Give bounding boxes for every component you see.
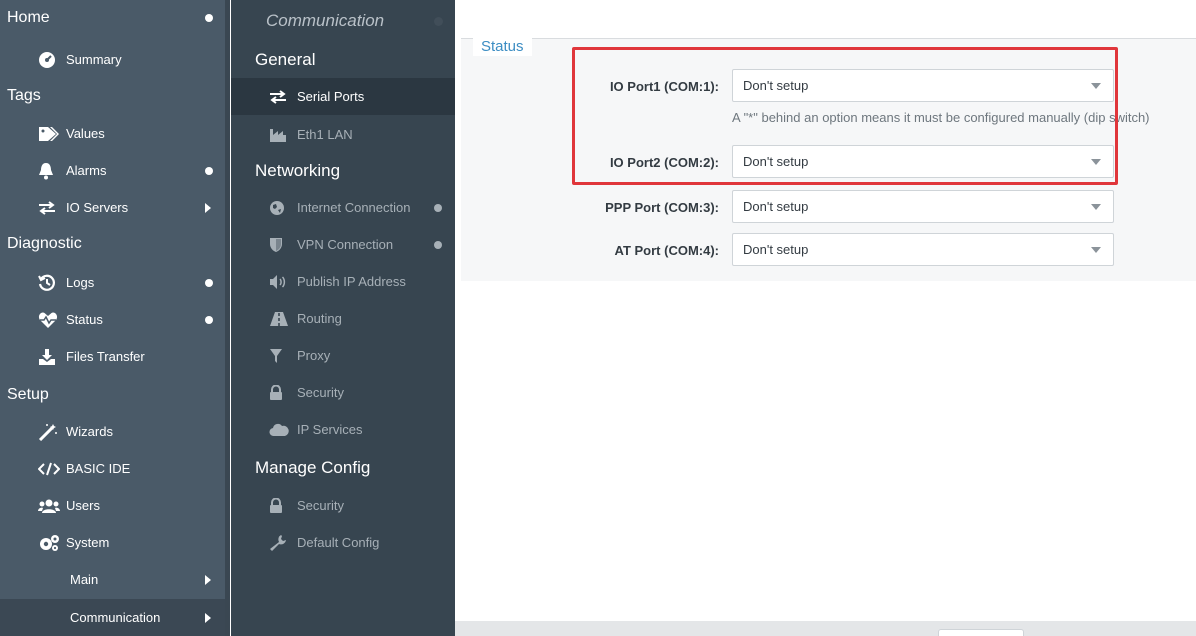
- field-row-at-port: AT Port (COM:4): Don't setup: [461, 233, 1196, 269]
- lock-icon: [269, 374, 289, 411]
- sidebar-item-values[interactable]: Values: [0, 115, 225, 152]
- field-row-io-port1: IO Port1 (COM:1): Don't setup: [461, 69, 1196, 105]
- nav-section-networking: Networking: [255, 161, 341, 180]
- nav-item-ip-services[interactable]: IP Services: [231, 411, 455, 448]
- field-label: AT Port (COM:4):: [614, 243, 719, 258]
- io-port2-select[interactable]: Don't setup: [732, 145, 1114, 178]
- footer-bar: [455, 621, 1196, 636]
- sidebar-item-logs[interactable]: Logs: [0, 264, 225, 301]
- chevron-right-icon[interactable]: [205, 202, 211, 213]
- field-label: IO Port1 (COM:1):: [609, 79, 719, 94]
- wrench-icon: [269, 524, 289, 561]
- sidebar-item-wizards[interactable]: Wizards: [0, 413, 225, 450]
- cloud-icon: [269, 411, 289, 448]
- expand-dot-icon[interactable]: [205, 278, 213, 287]
- magic-wand-icon: [38, 413, 60, 450]
- nav-section-manage-config: Manage Config: [255, 458, 371, 477]
- nav-item-config-security[interactable]: Security: [231, 487, 455, 524]
- sidebar-item-basic-ide[interactable]: BASIC IDE: [0, 450, 225, 487]
- road-icon: [269, 300, 289, 337]
- sidebar-item-system[interactable]: System: [0, 524, 225, 561]
- exchange-icon: [38, 189, 60, 226]
- expand-dot-icon[interactable]: [434, 203, 442, 212]
- sidebar-item-communication[interactable]: Communication: [0, 599, 225, 636]
- ppp-port-select[interactable]: Don't setup: [732, 190, 1114, 223]
- tag-icon: [38, 115, 60, 152]
- code-icon: [38, 450, 60, 487]
- dropdown-caret-icon: [1091, 204, 1101, 210]
- sidebar-section-home[interactable]: Home: [0, 0, 225, 36]
- shield-icon: [269, 226, 289, 263]
- sidebar-item-files-transfer[interactable]: Files Transfer: [0, 338, 225, 375]
- nav-item-eth1-lan[interactable]: Eth1 LAN: [231, 116, 455, 153]
- sidebar-section-setup[interactable]: Setup: [0, 377, 225, 413]
- communication-nav: Communication General Serial Ports Eth1 …: [231, 0, 455, 636]
- expand-dot-icon[interactable]: [434, 240, 442, 249]
- filter-icon: [269, 337, 289, 374]
- status-fieldset: IO Port1 (COM:1): Don't setup A "*" behi…: [461, 38, 1196, 281]
- field-row-ppp-port: PPP Port (COM:3): Don't setup: [461, 190, 1196, 226]
- chevron-right-icon[interactable]: [205, 574, 211, 585]
- users-icon: [38, 487, 60, 524]
- nav-item-internet-connection[interactable]: Internet Connection: [231, 189, 455, 226]
- download-icon: [38, 338, 60, 375]
- dropdown-caret-icon: [1091, 83, 1101, 89]
- industry-icon: [269, 116, 289, 153]
- nav-item-proxy[interactable]: Proxy: [231, 337, 455, 374]
- bell-icon: [38, 152, 60, 189]
- globe-icon: [269, 189, 289, 226]
- nav-item-vpn-connection[interactable]: VPN Connection: [231, 226, 455, 263]
- sidebar-section-tags[interactable]: Tags: [0, 78, 225, 114]
- dropdown-caret-icon: [1091, 247, 1101, 253]
- nav-section-general: General: [255, 50, 316, 69]
- collapse-dot-icon[interactable]: [434, 17, 443, 26]
- sidebar-item-io-servers[interactable]: IO Servers: [0, 189, 225, 226]
- collapse-dot-icon[interactable]: [205, 14, 213, 22]
- sidebar-item-main[interactable]: Main: [0, 561, 225, 598]
- sidebar-item-summary[interactable]: Summary: [0, 41, 225, 78]
- history-icon: [38, 264, 60, 301]
- dropdown-caret-icon: [1091, 159, 1101, 165]
- nav-item-routing[interactable]: Routing: [231, 300, 455, 337]
- lock-icon: [269, 487, 289, 524]
- nav-item-default-config[interactable]: Default Config: [231, 524, 455, 561]
- nav-title: Communication: [266, 11, 385, 30]
- expand-dot-icon[interactable]: [205, 166, 213, 175]
- sidebar-item-status[interactable]: Status: [0, 301, 225, 338]
- field-label: PPP Port (COM:3):: [605, 200, 719, 215]
- at-port-select[interactable]: Don't setup: [732, 233, 1114, 266]
- io-port1-select[interactable]: Don't setup: [732, 69, 1114, 102]
- exchange-icon: [269, 78, 289, 115]
- sidebar-item-alarms[interactable]: Alarms: [0, 152, 225, 189]
- nav-item-serial-ports[interactable]: Serial Ports: [231, 78, 455, 115]
- volume-icon: [269, 263, 289, 300]
- footer-button[interactable]: [938, 629, 1024, 636]
- nav-item-publish-ip-address[interactable]: Publish IP Address: [231, 263, 455, 300]
- dashboard-icon: [38, 41, 60, 78]
- heartbeat-icon: [38, 301, 60, 338]
- main-content: IO Port1 (COM:1): Don't setup A "*" behi…: [455, 0, 1196, 636]
- nav-item-security[interactable]: Security: [231, 374, 455, 411]
- sidebar-section-diagnostic[interactable]: Diagnostic: [0, 226, 225, 262]
- main-sidebar: Home Summary Tags Values Alarms IO Serve…: [0, 0, 225, 636]
- gears-icon: [38, 524, 60, 561]
- sidebar-item-users[interactable]: Users: [0, 487, 225, 524]
- field-label: IO Port2 (COM:2):: [609, 155, 719, 170]
- expand-dot-icon[interactable]: [205, 315, 213, 324]
- status-legend: Status: [473, 38, 532, 56]
- field-row-io-port2: IO Port2 (COM:2): Don't setup: [461, 145, 1196, 181]
- dip-switch-hint: A "*" behind an option means it must be …: [732, 110, 1150, 125]
- sidebar-scrollbar[interactable]: [225, 0, 230, 636]
- chevron-right-icon[interactable]: [205, 612, 211, 623]
